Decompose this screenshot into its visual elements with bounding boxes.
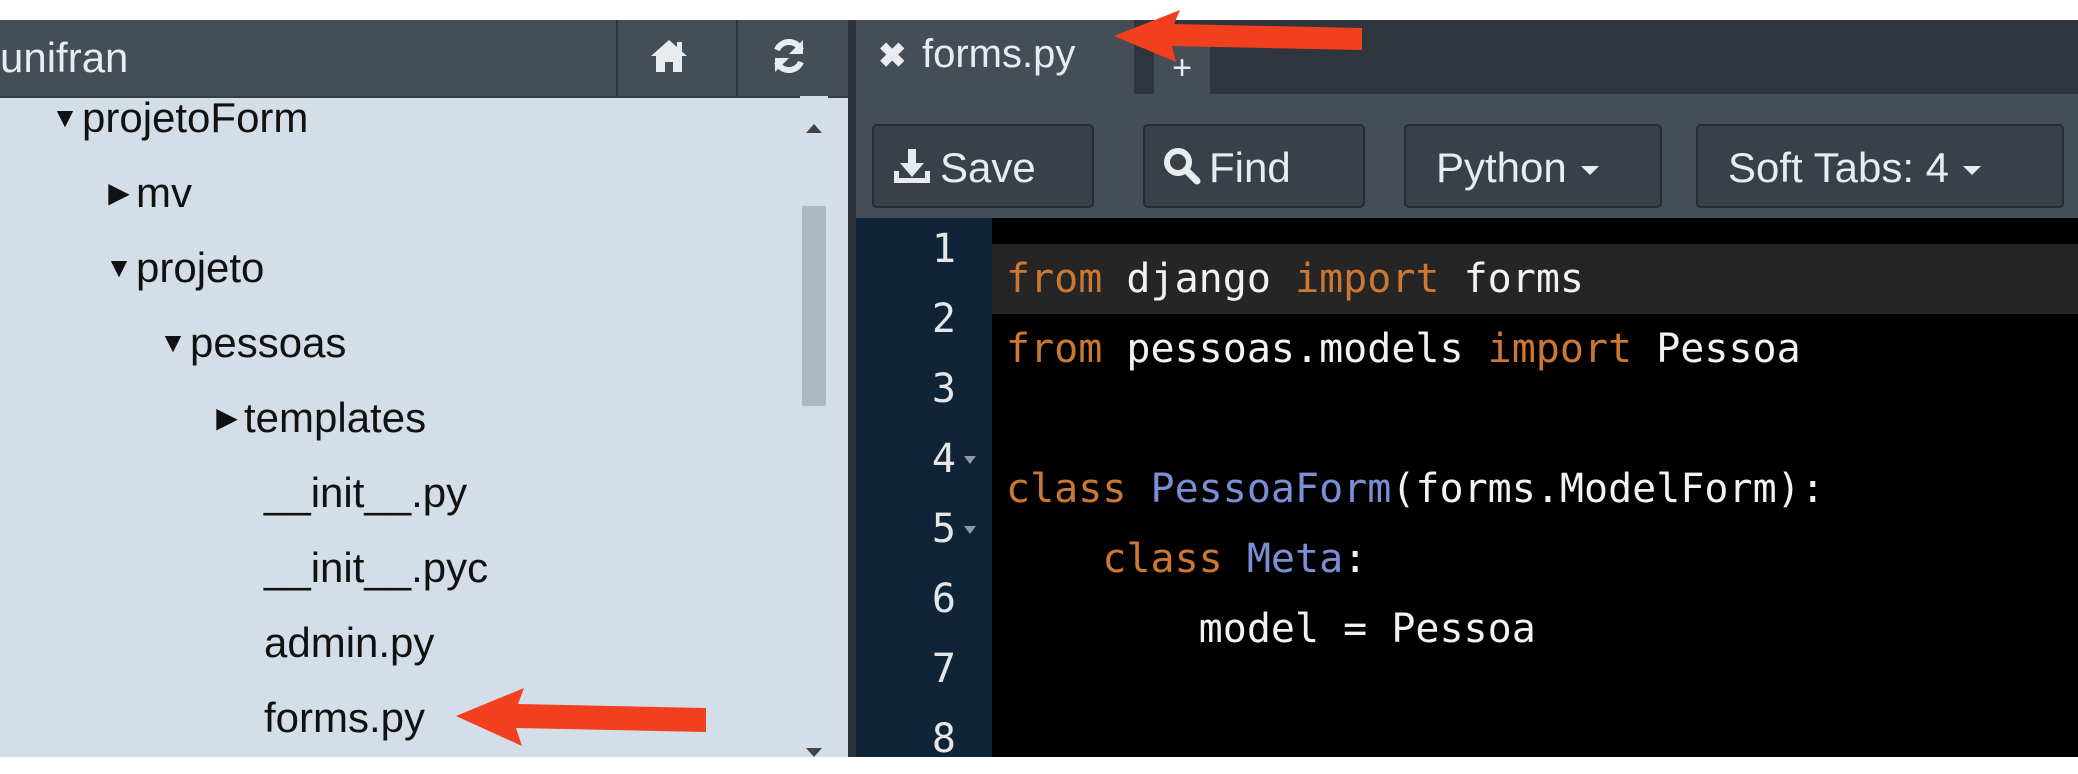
file-tree: ▼projetoForm ▶ mv ▼projeto ▼pessoas ▶ temp… [0, 94, 800, 757]
chevron-down-icon [1580, 166, 1599, 176]
code-keyword: class [1102, 536, 1223, 582]
fold-arrow-icon[interactable] [964, 526, 976, 534]
line-number: 2 [931, 296, 956, 342]
tree-item-init-pyc[interactable]: __init__.pyc [264, 538, 488, 598]
home-icon [649, 38, 689, 79]
line-number: 8 [931, 716, 956, 762]
tab-forms-py[interactable]: ✖ forms.py [856, 20, 1134, 94]
code-class-name: Meta [1246, 536, 1344, 582]
editor-tab-bar: ✖ forms.py + [856, 20, 2078, 94]
language-dropdown[interactable]: Python [1404, 124, 1662, 208]
code-text: Pessoa [1632, 326, 1801, 372]
file-tree-header: unifran [0, 20, 848, 98]
caret-expanded-icon[interactable]: ▼ [102, 238, 136, 298]
line-number: 4 [931, 436, 956, 482]
code-line[interactable]: model = Pessoa [1006, 594, 1536, 664]
code-text: django [1102, 256, 1295, 302]
refresh-button[interactable] [736, 20, 840, 96]
scroll-up-arrow-icon[interactable] [806, 124, 822, 133]
tree-item-projetoForm[interactable]: ▼projetoForm [48, 88, 308, 148]
code-text: (forms.ModelForm): [1391, 466, 1825, 512]
code-text: model = Pessoa [1006, 606, 1536, 652]
tree-item-pessoas[interactable]: ▼pessoas [156, 313, 346, 373]
caret-collapsed-icon[interactable]: ▶ [210, 388, 244, 448]
tree-item-admin-py[interactable]: admin.py [264, 613, 434, 673]
search-icon [1163, 129, 1201, 213]
code-line[interactable]: from pessoas.models import Pessoa [1006, 314, 1801, 384]
chevron-down-icon [1963, 166, 1982, 176]
line-number: 7 [931, 646, 956, 692]
code-keyword: from [1006, 256, 1103, 302]
code-line[interactable]: class PessoaForm(forms.ModelForm): [1006, 454, 1825, 524]
code-line[interactable]: from django import forms [1006, 244, 1584, 314]
save-button[interactable]: Save [872, 124, 1094, 208]
caret-expanded-icon[interactable]: ▼ [156, 313, 190, 373]
tree-item-init-py[interactable]: __init__.py [264, 463, 467, 523]
tab-label: forms.py [922, 32, 1076, 76]
caret-expanded-icon[interactable]: ▼ [48, 88, 82, 148]
find-button[interactable]: Find [1143, 124, 1365, 208]
line-number-gutter: 1 2 3 4 5 6 7 8 [856, 218, 992, 762]
code-line[interactable]: class Meta: [1006, 524, 1367, 594]
code-keyword: from [1006, 326, 1103, 372]
code-keyword: import [1487, 326, 1633, 372]
annotation-arrow-tab [1114, 10, 1362, 62]
indent-dropdown[interactable]: Soft Tabs: 4 [1696, 124, 2064, 208]
code-text: forms [1439, 256, 1584, 302]
fold-arrow-icon[interactable] [964, 456, 976, 464]
code-keyword: class [1006, 466, 1127, 512]
line-number: 6 [931, 576, 956, 622]
refresh-icon [769, 36, 809, 81]
tree-item-mv[interactable]: ▶ mv [102, 163, 192, 223]
panel-splitter[interactable] [848, 20, 856, 757]
scrollbar-thumb[interactable] [802, 206, 826, 406]
line-number: 3 [931, 366, 956, 412]
tree-item-projeto[interactable]: ▼projeto [102, 238, 264, 298]
file-tree-scrollbar[interactable] [800, 96, 828, 757]
editor-panel: ✖ forms.py + Save Find Python Soft Tabs:… [856, 20, 2078, 762]
code-class-name: PessoaForm [1150, 466, 1392, 512]
caret-collapsed-icon[interactable]: ▶ [102, 163, 136, 223]
code-text: pessoas.models [1102, 326, 1488, 372]
code-keyword: import [1294, 256, 1440, 302]
annotation-arrow-file [456, 688, 706, 746]
code-text: : [1343, 536, 1368, 582]
line-number: 1 [931, 226, 956, 272]
download-icon [892, 129, 932, 213]
home-button[interactable] [616, 20, 720, 96]
line-number: 5 [931, 506, 956, 552]
editor-toolbar: Save Find Python Soft Tabs: 4 [856, 94, 2078, 218]
project-name: unifran [0, 34, 129, 81]
scroll-down-arrow-icon[interactable] [806, 748, 822, 757]
tree-item-templates[interactable]: ▶ templates [210, 388, 426, 448]
file-tree-panel: unifran ▼projetoForm ▶ mv ▼projeto ▼pesso… [0, 20, 848, 757]
tree-item-forms-py[interactable]: forms.py [264, 688, 425, 748]
close-icon[interactable]: ✖ [878, 24, 907, 88]
